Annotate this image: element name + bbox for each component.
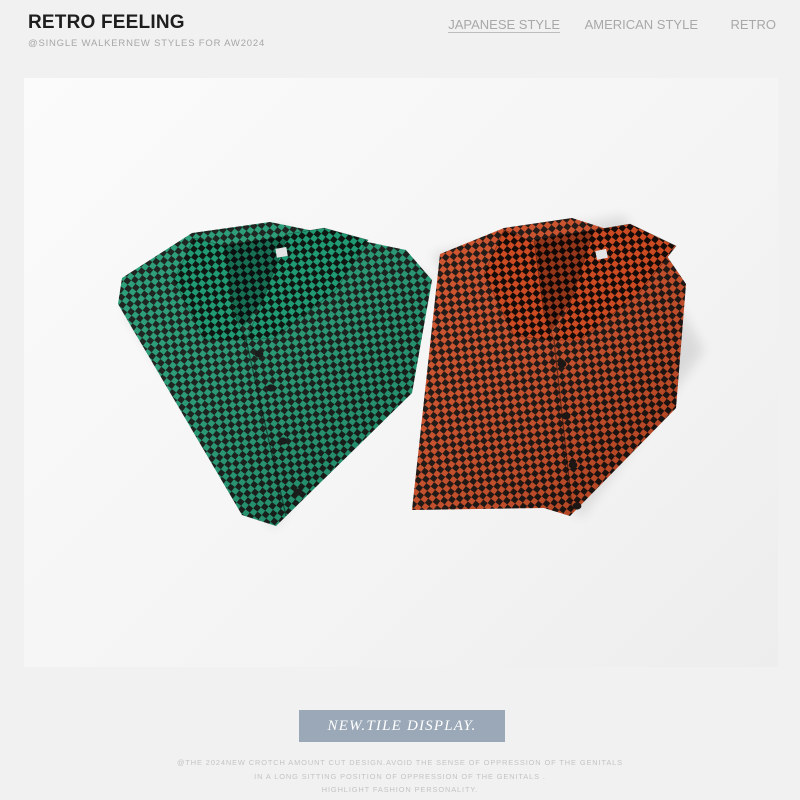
brand-tagline: @SINGLE WALKERNEW STYLES FOR AW2024 (28, 38, 266, 49)
description-line: HIGHLIGHT FASHION PERSONALITY. (321, 785, 479, 794)
description-line: IN A LONG SITTING POSITION OF OPPRESSION… (254, 771, 546, 781)
product-photo (24, 78, 778, 667)
nav-link-retro[interactable]: RETRO (731, 17, 777, 32)
orange-checkered-shirt (412, 216, 704, 518)
green-checkered-shirt (118, 222, 434, 529)
brand-title: RETRO FEELING (28, 12, 185, 33)
description-line: @THE 2024NEW CROTCH AMOUNT CUT DESIGN.AV… (176, 758, 624, 767)
product-description: @THE 2024NEW CROTCH AMOUNT CUT DESIGN.AV… (0, 756, 800, 797)
nav-link-american-style[interactable]: AMERICAN STYLE (585, 17, 698, 32)
new-tile-display-button[interactable]: NEW.TILE DISPLAY. (299, 710, 505, 742)
nav-link-japanese-style[interactable]: JAPANESE STYLE (448, 17, 560, 33)
